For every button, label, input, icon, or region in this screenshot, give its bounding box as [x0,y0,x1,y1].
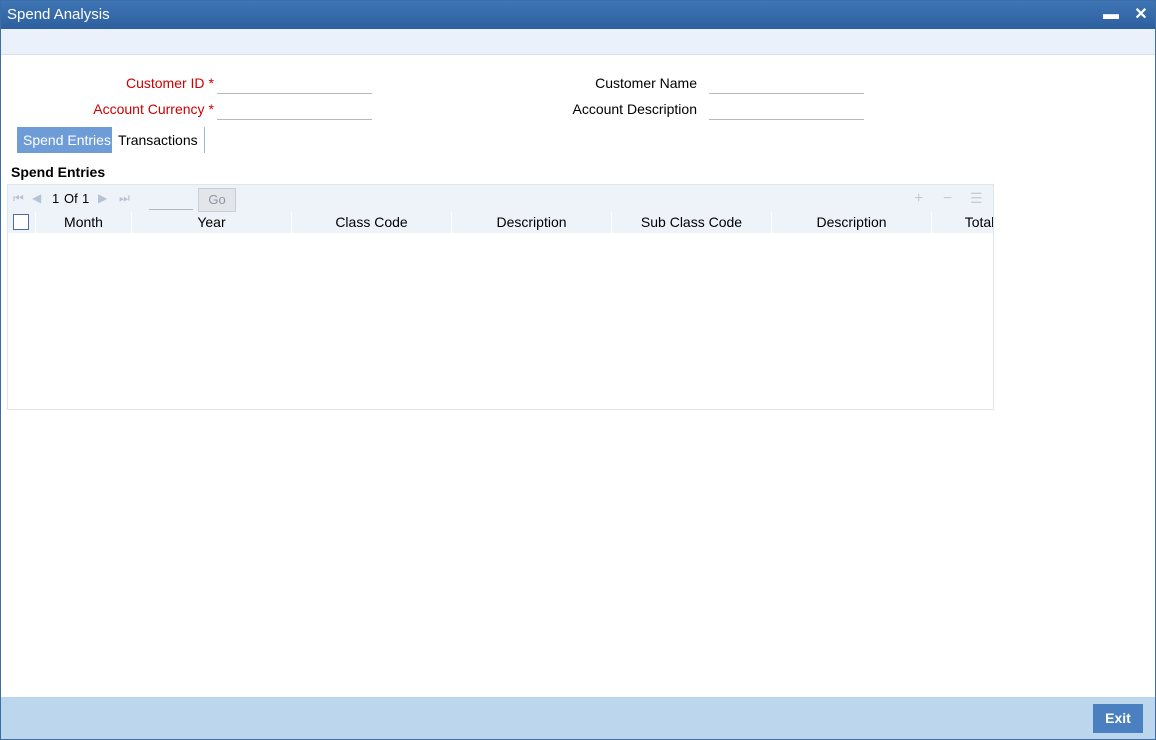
col-sub-class-code[interactable]: Sub Class Code [612,212,772,233]
title-bar: Spend Analysis ▬ ✕ [1,1,1155,29]
next-page-icon[interactable]: ▶ [98,191,107,205]
prev-page-icon[interactable]: ◀ [32,191,41,205]
grid-pager: ⏮ ◀ 1 Of 1 ▶ ⏭ Go + − ☰ [8,185,993,212]
minimize-icon[interactable]: ▬ [1100,4,1122,26]
spend-entries-grid: ⏮ ◀ 1 Of 1 ▶ ⏭ Go + − ☰ Month Year Class… [7,184,994,410]
select-all-cell [8,212,36,233]
customer-name-label: Customer Name [595,75,697,91]
col-total[interactable]: Total [932,212,993,233]
col-month[interactable]: Month [36,212,132,233]
single-view-icon[interactable]: ☰ [970,190,983,207]
col-sub-class-description[interactable]: Description [772,212,932,233]
select-all-checkbox[interactable] [13,214,29,230]
section-title: Spend Entries [11,164,106,180]
spend-analysis-window: Spend Analysis ▬ ✕ Customer ID * Account … [0,0,1156,740]
customer-id-input[interactable] [217,73,372,94]
customer-id-label-text: Customer ID [125,75,205,91]
account-currency-label-text: Account Currency [93,101,205,117]
required-marker: * [208,101,214,117]
required-marker: * [208,75,214,91]
add-row-icon[interactable]: + [914,190,923,208]
page-number-input[interactable] [149,189,193,210]
footer-bar: Exit [1,697,1155,739]
account-description-input[interactable] [709,99,864,120]
toolbar-strip [1,29,1155,55]
tab-transactions[interactable]: Transactions [112,127,205,153]
last-page-icon[interactable]: ⏭ [119,191,130,206]
col-year[interactable]: Year [132,212,292,233]
total-pages: 1 [82,191,90,206]
col-class-code[interactable]: Class Code [292,212,452,233]
current-page: 1 [52,191,60,206]
first-page-icon[interactable]: ⏮ [13,191,24,206]
exit-button[interactable]: Exit [1093,704,1143,733]
account-currency-input[interactable] [217,99,372,120]
customer-name-input[interactable] [709,73,864,94]
customer-id-label: Customer ID * [61,75,214,91]
account-description-label: Account Description [572,101,697,117]
window-title: Spend Analysis [7,6,110,23]
go-button[interactable]: Go [198,188,236,212]
of-label: Of [64,191,78,206]
col-description[interactable]: Description [452,212,612,233]
grid-header: Month Year Class Code Description Sub Cl… [8,212,993,233]
account-currency-label: Account Currency * [41,101,214,117]
delete-row-icon[interactable]: − [943,190,952,208]
close-icon[interactable]: ✕ [1130,4,1152,26]
tab-spend-entries[interactable]: Spend Entries [17,127,117,153]
